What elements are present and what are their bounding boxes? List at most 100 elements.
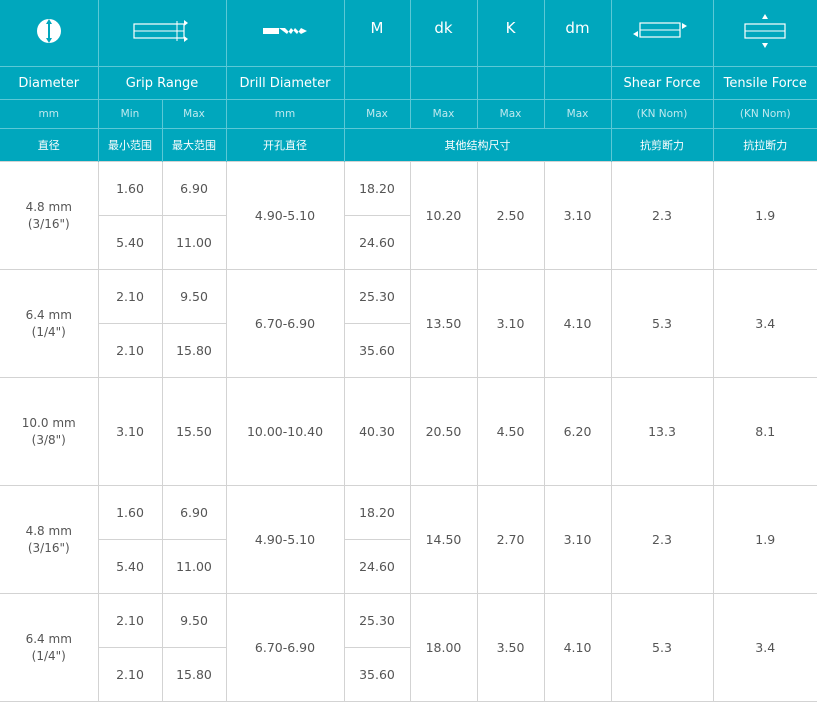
m-cell: 35.60	[343, 647, 410, 702]
drill-bit-icon	[263, 28, 307, 34]
rivet-spec-table: M dk K dm Diameter Grip Range Drill Diam…	[0, 0, 817, 702]
tensile-unit: (KN Nom)	[713, 99, 817, 129]
drill-cell: 10.00-10.40	[225, 377, 345, 486]
drill-cell: 4.90-5.10	[225, 485, 345, 594]
drill-cn: 开孔直径	[226, 128, 345, 162]
dm-cell: 4.10	[543, 269, 612, 378]
dm-header: dm	[544, 0, 612, 67]
m-cell: 18.20	[343, 161, 411, 216]
drill-cell: 6.70-6.90	[225, 593, 345, 702]
k-cell: 3.50	[476, 593, 545, 702]
shear-force-icon	[633, 22, 687, 38]
dk-cell: 10.20	[409, 161, 478, 270]
diameter-icon-cell	[0, 0, 99, 67]
tensile-force-title: Tensile Force	[713, 66, 817, 100]
dm-cell: 3.10	[543, 161, 612, 270]
grip-max-cell: 11.00	[161, 215, 227, 270]
grip-max-cell: 15.80	[161, 323, 227, 378]
k-unit: Max	[477, 99, 545, 129]
table-row: 6.4 mm (1/4") 2.10 9.50 6.70-6.90 25.30 1…	[0, 593, 817, 702]
table-body: 4.8 mm (3/16") 1.60 6.90 4.90-5.10 18.20 …	[0, 161, 817, 702]
m-cell: 25.30	[343, 269, 411, 324]
tensile-icon-cell	[713, 0, 817, 67]
k-label: K	[505, 18, 516, 37]
grip-range-title: Grip Range	[98, 66, 227, 100]
grip-max-cn: 最大范围	[162, 128, 227, 162]
dm-cell: 3.10	[543, 485, 612, 594]
m-cell: 35.60	[343, 323, 410, 378]
tensile-cell: 3.4	[712, 593, 817, 702]
drill-cell: 6.70-6.90	[225, 269, 345, 378]
grip-max-cell: 6.90	[161, 161, 227, 216]
grip-max-cell: 9.50	[161, 593, 227, 648]
m-cell: 25.30	[343, 593, 411, 648]
k-cell: 2.70	[476, 485, 545, 594]
dk-cell: 13.50	[409, 269, 478, 378]
grip-range-icon	[133, 20, 188, 42]
k-header: K	[477, 0, 545, 67]
dm-cell: 6.20	[543, 377, 612, 486]
dk-header: dk	[410, 0, 478, 67]
grip-max-cell: 15.80	[161, 647, 227, 702]
drill-icon-cell	[226, 0, 345, 67]
tensile-cell: 1.9	[712, 485, 817, 594]
dm-unit: Max	[544, 99, 612, 129]
tensile-cn: 抗拉断力	[713, 128, 817, 162]
m-header: M	[344, 0, 411, 67]
shear-force-title: Shear Force	[611, 66, 714, 100]
dm-cell: 4.10	[543, 593, 612, 702]
dk-label: dk	[434, 18, 453, 37]
k-cell: 4.50	[476, 377, 545, 486]
grip-max-cell: 15.50	[161, 377, 227, 486]
grip-min-cell: 3.10	[97, 377, 163, 486]
grip-min-cell: 1.60	[97, 161, 163, 216]
table-row: 4.8 mm (3/16") 1.60 6.90 4.90-5.10 18.20 …	[0, 161, 817, 270]
m-cell: 40.30	[343, 377, 411, 486]
grip-min-cell: 2.10	[97, 269, 163, 324]
m-unit: Max	[344, 99, 411, 129]
drill-unit: mm	[226, 99, 345, 129]
tensile-cell: 1.9	[712, 161, 817, 270]
diameter-title: Diameter	[0, 66, 99, 100]
grip-max-cell: 6.90	[161, 485, 227, 540]
m-cell: 24.60	[343, 539, 410, 594]
dk-unit: Max	[410, 99, 478, 129]
diameter-cell: 4.8 mm (3/16")	[0, 161, 99, 270]
dm-label: dm	[565, 18, 590, 37]
grip-min-cell: 2.10	[98, 647, 163, 702]
dk-cell: 18.00	[409, 593, 478, 702]
m-cell: 18.20	[343, 485, 411, 540]
grip-min-cell: 5.40	[98, 215, 163, 270]
grip-max-cell: 9.50	[161, 269, 227, 324]
diameter-cell: 10.0 mm (3/8")	[0, 377, 99, 486]
other-dimensions-cn: 其他结构尺寸	[344, 128, 612, 162]
diameter-cn: 直径	[0, 128, 99, 162]
diameter-unit: mm	[0, 99, 99, 129]
grip-min-cell: 1.60	[97, 485, 163, 540]
shear-unit: (KN Nom)	[611, 99, 714, 129]
table-row: 4.8 mm (3/16") 1.60 6.90 4.90-5.10 18.20 …	[0, 485, 817, 594]
diameter-cell: 6.4 mm (1/4")	[0, 593, 99, 702]
diameter-cell: 4.8 mm (3/16")	[0, 485, 99, 594]
grip-min-cn: 最小范围	[98, 128, 163, 162]
dk-cell: 20.50	[409, 377, 478, 486]
dk-cell: 14.50	[409, 485, 478, 594]
grip-min-unit: Min	[98, 99, 163, 129]
shear-icon-cell	[611, 0, 714, 67]
k-cell: 3.10	[476, 269, 545, 378]
shear-cell: 2.3	[610, 161, 714, 270]
shear-cell: 2.3	[610, 485, 714, 594]
tensile-cell: 3.4	[712, 269, 817, 378]
diameter-cell: 6.4 mm (1/4")	[0, 269, 99, 378]
drill-cell: 4.90-5.10	[225, 161, 345, 270]
k-cell: 2.50	[476, 161, 545, 270]
shear-cell: 5.3	[610, 269, 714, 378]
shear-cell: 13.3	[610, 377, 714, 486]
grip-max-unit: Max	[162, 99, 227, 129]
table-row: 6.4 mm (1/4") 2.10 9.50 6.70-6.90 25.30 1…	[0, 269, 817, 378]
m-cell: 24.60	[343, 215, 410, 270]
tensile-force-icon	[744, 14, 786, 48]
table-row: 10.0 mm (3/8") 3.10 15.50 10.00-10.40 40.…	[0, 377, 817, 486]
shear-cell: 5.3	[610, 593, 714, 702]
tensile-cell: 8.1	[712, 377, 817, 486]
